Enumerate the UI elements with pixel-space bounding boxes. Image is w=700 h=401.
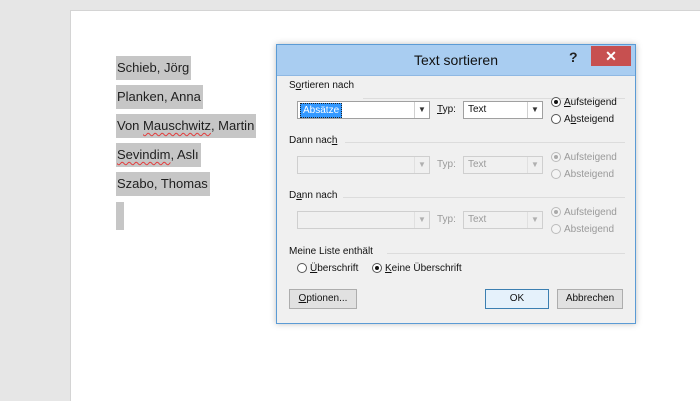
radio-selected-icon xyxy=(372,263,382,273)
radio-icon xyxy=(551,224,561,234)
section-list-contains-label: Meine Liste enthält xyxy=(289,246,373,257)
separator xyxy=(387,253,625,254)
ok-button[interactable]: OK xyxy=(485,289,549,309)
sort-by-ascending-radio[interactable]: Aufsteigend xyxy=(551,97,617,108)
sort-by-field-select[interactable]: Absätze ▼ xyxy=(297,101,430,119)
misspelled-word[interactable]: Mauschwitz xyxy=(143,118,211,133)
misspelled-word[interactable]: Sevindim xyxy=(117,147,170,162)
then-by-type-select[interactable]: Text ▼ xyxy=(463,156,543,174)
header-row-radio[interactable]: Überschrift xyxy=(297,263,358,274)
doc-line-3-suffix: , Martin xyxy=(210,118,255,133)
doc-line-4-suffix: , Aslı xyxy=(170,147,199,162)
chevron-down-icon: ▼ xyxy=(527,212,542,228)
close-button[interactable]: ✕ xyxy=(591,46,631,66)
sort-by-type-label: Typ: xyxy=(437,104,456,115)
dialog-titlebar[interactable]: Text sortieren ? ✕ xyxy=(277,45,635,76)
doc-line-3[interactable]: Von Mauschwitz, Martin xyxy=(116,114,257,138)
close-icon: ✕ xyxy=(605,48,617,64)
doc-line-1[interactable]: Schieb, Jörg xyxy=(116,56,192,80)
then-by-descending-radio[interactable]: Absteigend xyxy=(551,169,614,180)
then-by-2-descending-radio[interactable]: Absteigend xyxy=(551,224,614,235)
then-by-ascending-radio[interactable]: Aufsteigend xyxy=(551,152,617,163)
sort-text-dialog: Text sortieren ? ✕ Sortieren nach Absätz… xyxy=(276,44,636,324)
chevron-down-icon: ▼ xyxy=(414,102,429,118)
then-by-2-type-value: Text xyxy=(468,214,487,225)
section-then-by-label: Dann nach xyxy=(289,135,338,146)
radio-selected-icon xyxy=(551,152,561,162)
then-by-2-type-label: Typ: xyxy=(437,214,456,225)
radio-icon xyxy=(551,114,561,124)
radio-icon xyxy=(297,263,307,273)
then-by-2-field-select[interactable]: ▼ xyxy=(297,211,430,229)
separator xyxy=(343,197,625,198)
then-by-2-type-select[interactable]: Text ▼ xyxy=(463,211,543,229)
chevron-down-icon: ▼ xyxy=(527,102,542,118)
section-then-by-2-label: Dann nach xyxy=(289,190,338,201)
separator xyxy=(345,142,625,143)
doc-line-5[interactable]: Szabo, Thomas xyxy=(116,172,210,196)
doc-line-2[interactable]: Planken, Anna xyxy=(116,85,203,109)
sort-by-type-select[interactable]: Text ▼ xyxy=(463,101,543,119)
chevron-down-icon: ▼ xyxy=(527,157,542,173)
chevron-down-icon: ▼ xyxy=(414,157,429,173)
radio-icon xyxy=(551,169,561,179)
dialog-title: Text sortieren xyxy=(413,52,499,68)
section-sort-by-label: Sortieren nach xyxy=(289,80,355,91)
then-by-type-value: Text xyxy=(468,159,487,170)
sort-by-descending-radio[interactable]: Absteigend xyxy=(551,114,614,125)
empty-selected-line[interactable] xyxy=(116,202,124,230)
then-by-type-label: Typ: xyxy=(437,159,456,170)
then-by-2-ascending-radio[interactable]: Aufsteigend xyxy=(551,207,617,218)
radio-selected-icon xyxy=(551,207,561,217)
doc-line-3-prefix: Von xyxy=(117,118,144,133)
chevron-down-icon: ▼ xyxy=(414,212,429,228)
sort-by-type-value: Text xyxy=(468,104,487,115)
no-header-row-radio[interactable]: Keine Überschrift xyxy=(372,263,462,274)
cancel-button[interactable]: Abbrechen xyxy=(557,289,623,309)
doc-line-4[interactable]: Sevindim, Aslı xyxy=(116,143,201,167)
radio-selected-icon xyxy=(551,97,561,107)
sort-by-field-value: Absätze xyxy=(300,103,343,118)
then-by-field-select[interactable]: ▼ xyxy=(297,156,430,174)
help-icon[interactable]: ? xyxy=(569,49,578,65)
options-button[interactable]: Optionen... xyxy=(289,289,357,309)
